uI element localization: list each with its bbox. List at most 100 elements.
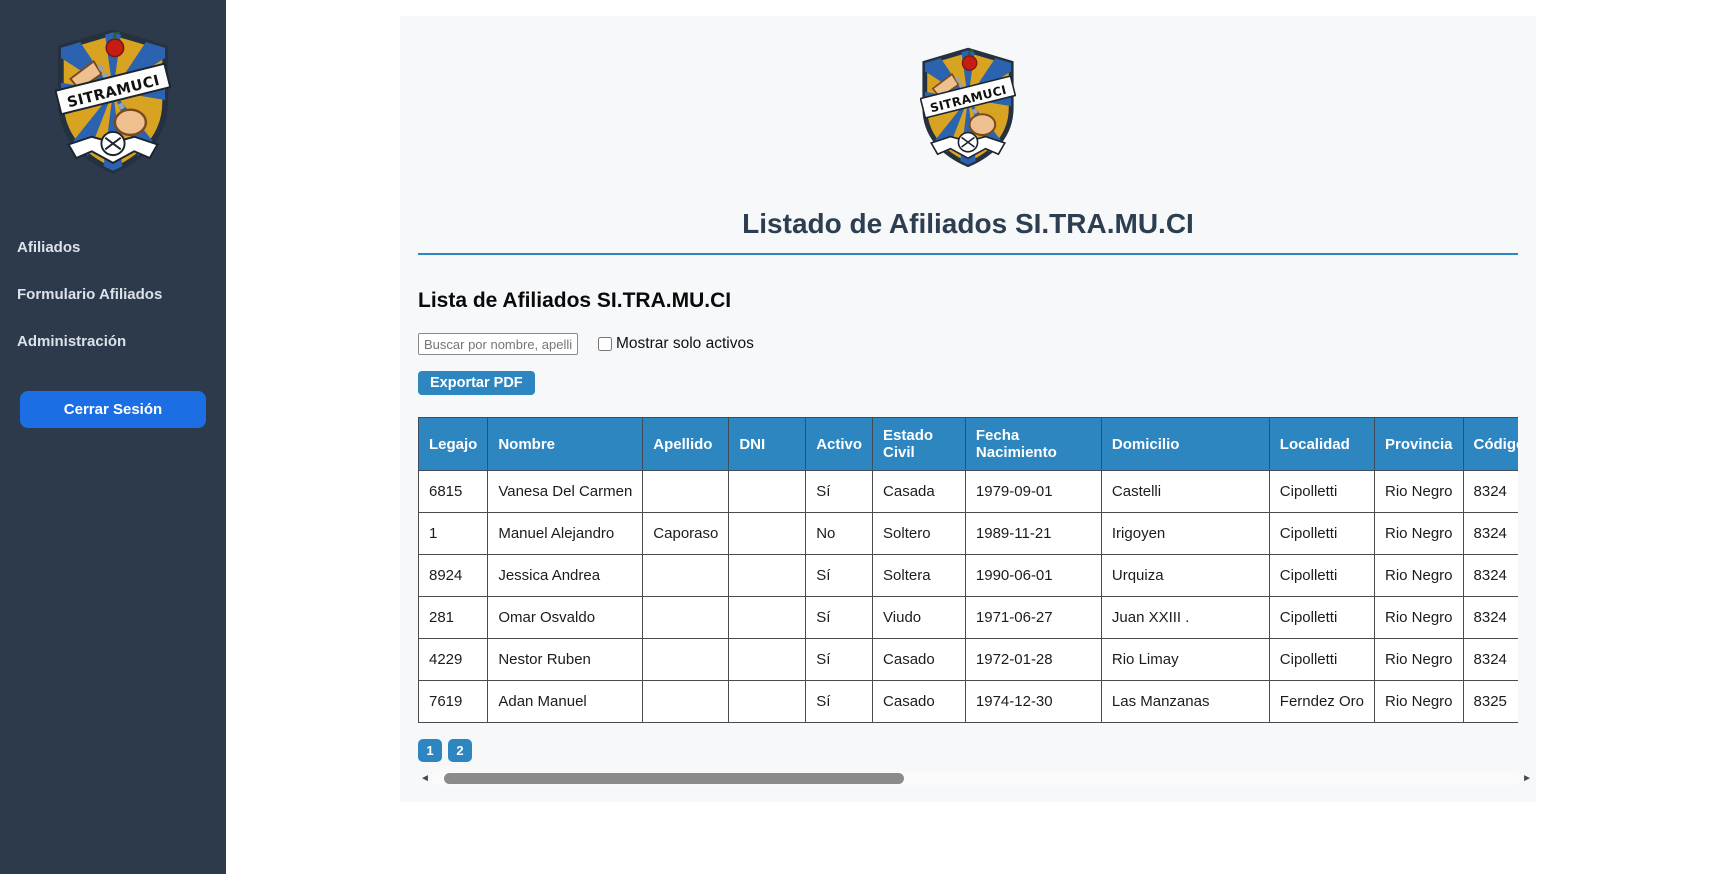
table-cell: 8324 <box>1462 638 1518 681</box>
table-cell: Sí <box>805 470 874 513</box>
sidebar-item-administración[interactable]: Administración <box>0 318 226 365</box>
table-cell: 1974-12-30 <box>964 680 1102 723</box>
table-cell: Urquiza <box>1100 554 1270 597</box>
active-filter-label: Mostrar solo activos <box>616 335 754 352</box>
table-row: 8924 Jessica Andrea Sí Soltera 1990-06-01 Urq… <box>418 554 1518 597</box>
table-cell <box>728 512 807 555</box>
table-cell: Soltero <box>872 512 966 555</box>
pagination: 12 <box>418 739 1518 762</box>
table-cell: Adan Manuel <box>487 680 644 723</box>
table-cell: Rio Negro <box>1373 596 1464 639</box>
table-cell <box>642 638 730 681</box>
active-filter[interactable]: Mostrar solo activos <box>598 335 754 353</box>
table-row: 7619 Adan Manuel Sí Casado 1974-12-30 Las Man… <box>418 680 1518 723</box>
main-area: SITRAMUCI Listado de Afiliados SI.TRA.MU… <box>226 0 1710 874</box>
table-cell: Sí <box>805 554 874 597</box>
table-cell: Viudo <box>872 596 966 639</box>
table-cell: Sí <box>805 596 874 639</box>
table-row: 1 Manuel Alejandro Caporaso No Soltero 1989-1… <box>418 512 1518 555</box>
scroll-left-arrow-icon[interactable]: ◄ <box>418 772 432 785</box>
main-logo-wrap: SITRAMUCI <box>418 16 1518 173</box>
table-row: 4229 Nestor Ruben Sí Casado 1972-01-28 Rio Li… <box>418 638 1518 681</box>
table-cell <box>728 638 807 681</box>
column-header: Estado Civil <box>872 417 966 471</box>
table-cell: 7619 <box>418 680 489 723</box>
table-cell: Rio Negro <box>1373 554 1464 597</box>
table-cell: Cipolletti <box>1268 470 1375 513</box>
column-header: Domicilio <box>1100 417 1270 471</box>
table-cell <box>728 470 807 513</box>
table-cell <box>728 680 807 723</box>
table-cell: Nestor Ruben <box>487 638 644 681</box>
table-cell <box>642 596 730 639</box>
table-cell: Vanesa Del Carmen <box>487 470 644 513</box>
active-filter-checkbox[interactable] <box>598 337 612 351</box>
table-cell: 1979-09-01 <box>964 470 1102 513</box>
table-cell: Rio Negro <box>1373 470 1464 513</box>
table-header: Legajo Nombre Apellido DNI Activo Estado Civi… <box>418 417 1518 471</box>
table-cell <box>642 554 730 597</box>
column-header: Localidad <box>1268 417 1375 471</box>
table-cell: Sí <box>805 638 874 681</box>
export-pdf-button[interactable]: Exportar PDF <box>418 371 535 395</box>
table-cell: Las Manzanas <box>1100 680 1270 723</box>
table-cell: Caporaso <box>642 512 730 555</box>
table-cell: Cipolletti <box>1268 638 1375 681</box>
scrollbar-track[interactable] <box>431 772 1521 785</box>
search-input[interactable] <box>418 333 578 355</box>
table-cell: 8924 <box>418 554 489 597</box>
table-cell: Cipolletti <box>1268 512 1375 555</box>
table-cell: Rio Negro <box>1373 638 1464 681</box>
table-cell: Omar Osvaldo <box>487 596 644 639</box>
table-cell: Irigoyen <box>1100 512 1270 555</box>
column-header: Apellido <box>642 417 730 471</box>
sidebar-item-formulario-afiliados[interactable]: Formulario Afiliados <box>0 271 226 318</box>
page-button-1[interactable]: 1 <box>418 739 442 762</box>
section-title: Lista de Afiliados SI.TRA.MU.CI <box>418 289 732 312</box>
sidebar: SITRAMUCI Afiliados Formulario Afiliados A… <box>0 0 226 874</box>
table-cell: 1971-06-27 <box>964 596 1102 639</box>
table-cell: Cipolletti <box>1268 596 1375 639</box>
table-cell: 6815 <box>418 470 489 513</box>
logout-button[interactable]: Cerrar Sesión <box>20 391 206 428</box>
table-cell: Ferndez Oro <box>1268 680 1375 723</box>
table-cell: 8324 <box>1462 470 1518 513</box>
filter-controls: Mostrar solo activos <box>418 333 1518 355</box>
column-header: DNI <box>728 417 807 471</box>
content-panel: SITRAMUCI Listado de Afiliados SI.TRA.MU… <box>400 16 1536 802</box>
table-cell: Juan XXIII . <box>1100 596 1270 639</box>
scroll-right-arrow-icon[interactable]: ► <box>1520 772 1534 785</box>
table-cell: 8325 <box>1462 680 1518 723</box>
sidebar-item-afiliados[interactable]: Afiliados <box>0 224 226 271</box>
table-cell: 8324 <box>1462 512 1518 555</box>
table-row: 6815 Vanesa Del Carmen Sí Casada 1979-09-01 C… <box>418 470 1518 513</box>
sitramuci-logo-main: SITRAMUCI <box>920 46 1016 168</box>
affiliates-table: Legajo Nombre Apellido DNI Activo Estado Civi… <box>418 417 1518 723</box>
table-cell: 281 <box>418 596 489 639</box>
table-cell <box>642 680 730 723</box>
column-header: Legajo <box>418 417 489 471</box>
table-cell <box>728 596 807 639</box>
table-cell: Jessica Andrea <box>487 554 644 597</box>
table-cell <box>642 470 730 513</box>
table-cell: 1972-01-28 <box>964 638 1102 681</box>
table-cell: Cipolletti <box>1268 554 1375 597</box>
page-button-2[interactable]: 2 <box>448 739 472 762</box>
table-cell: Casada <box>872 470 966 513</box>
sidebar-nav: Afiliados Formulario Afiliados Administrac… <box>0 224 226 365</box>
column-header: Código <box>1462 417 1518 471</box>
table-cell: No <box>805 512 874 555</box>
table-cell: 1989-11-21 <box>964 512 1102 555</box>
scrollbar-thumb[interactable] <box>443 773 904 784</box>
table-cell <box>728 554 807 597</box>
table-cell: 8324 <box>1462 596 1518 639</box>
table-cell: 1990-06-01 <box>964 554 1102 597</box>
table-cell: Casado <box>872 680 966 723</box>
column-header: Fecha Nacimiento <box>964 417 1102 471</box>
affiliates-table-container: Legajo Nombre Apellido DNI Activo Estado Civi… <box>418 417 1518 723</box>
title-divider <box>418 253 1518 255</box>
table-cell: Rio Negro <box>1373 512 1464 555</box>
table-row: 281 Omar Osvaldo Sí Viudo 1971-06-27 Juan XXI… <box>418 596 1518 639</box>
horizontal-scrollbar: ◄ ► <box>418 772 1534 785</box>
table-cell: Rio Negro <box>1373 680 1464 723</box>
